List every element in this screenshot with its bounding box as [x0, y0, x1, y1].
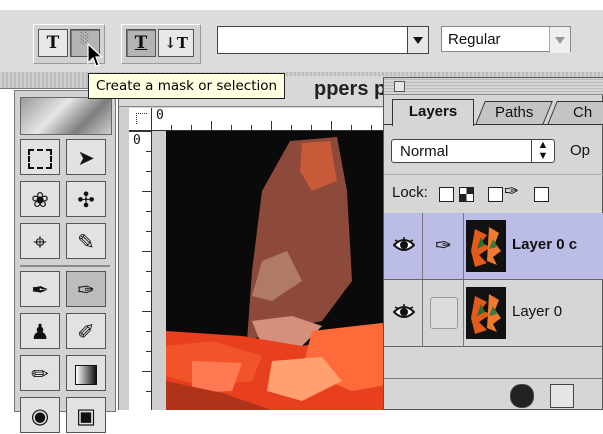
- document-title: ppers p: [314, 78, 387, 100]
- lock-all-icon[interactable]: [534, 187, 549, 202]
- lock-brush-icon: ✑: [504, 181, 520, 202]
- blend-mode-select[interactable]: Normal ▲ ▼: [391, 139, 555, 163]
- healing-brush-tool[interactable]: ✒: [20, 271, 60, 307]
- crop-icon: ⌖: [33, 228, 47, 256]
- layer-thumbnail: [466, 220, 506, 272]
- move-icon: ➤: [77, 146, 95, 170]
- lasso-tool[interactable]: ❀: [20, 181, 60, 217]
- toolbox-divider: [20, 265, 110, 267]
- layers-palette: Ch Paths Layers Normal ▲▼ Op Lock: ✑ ✑: [383, 77, 603, 410]
- layer-thumbnail: [466, 287, 506, 339]
- document-window: ppers p 0 0: [118, 76, 409, 410]
- layer-name: Layer 0 c: [512, 236, 578, 253]
- document-canvas[interactable]: [152, 131, 409, 410]
- tab-channels-label: Ch: [573, 104, 593, 121]
- gradient-tool[interactable]: [66, 355, 106, 391]
- layer-style-icon[interactable]: [510, 384, 534, 408]
- history-brush-icon: ✐: [77, 320, 95, 344]
- lock-label: Lock:: [392, 184, 428, 201]
- toolbox: ➤ ❀ ✣ ⌖ ✎ ✒ ✑ ♟ ✐ ✏ ◉ ▣: [14, 90, 116, 433]
- gradient-icon: [75, 365, 97, 385]
- lock-transparency-icon[interactable]: [439, 187, 454, 202]
- tab-paths[interactable]: Paths: [475, 101, 553, 125]
- blend-mode-value: Normal: [400, 143, 449, 160]
- font-style-select[interactable]: Regular: [441, 26, 571, 53]
- sponge-icon: ▣: [76, 404, 96, 428]
- horizontal-ruler: 0: [151, 108, 409, 131]
- slice-tool[interactable]: ✎: [66, 223, 106, 259]
- chevron-down-icon[interactable]: [549, 27, 570, 53]
- lock-position-icon[interactable]: [488, 187, 503, 202]
- palette-tabs: Ch Paths Layers: [384, 95, 603, 126]
- tooltip: Create a mask or selection: [88, 73, 286, 99]
- stamp-icon: ♟: [30, 320, 50, 344]
- lasso-icon: ❀: [31, 188, 49, 212]
- slice-icon: ✎: [77, 230, 95, 254]
- layer-link-empty: [430, 297, 458, 329]
- marquee-icon: [28, 149, 52, 169]
- visibility-toggle[interactable]: [384, 280, 423, 346]
- vertical-type-icon: ↓T: [164, 34, 188, 52]
- lock-image-icon[interactable]: [459, 187, 474, 202]
- horizontal-type-button[interactable]: T: [126, 29, 156, 57]
- ruler-v-zero: 0: [133, 133, 141, 148]
- brush-icon: ✑: [77, 278, 95, 302]
- lock-row: Lock: ✑: [384, 174, 603, 214]
- eye-icon: [393, 237, 415, 251]
- ruler-h-zero: 0: [156, 108, 164, 123]
- healing-brush-icon: ✒: [31, 278, 49, 302]
- canvas-image: [152, 131, 409, 410]
- type-tool-button[interactable]: T: [38, 29, 68, 57]
- eye-icon: [393, 304, 415, 318]
- layer-row[interactable]: ✑ Layer 0 c: [384, 213, 603, 280]
- chevron-down-icon[interactable]: [407, 27, 428, 53]
- type-icon: T: [46, 33, 60, 53]
- stamp-tool[interactable]: ♟: [20, 313, 60, 349]
- eraser-tool[interactable]: ✏: [20, 355, 60, 391]
- vertical-type-button[interactable]: ↓T: [158, 29, 194, 57]
- opacity-label: Op: [570, 142, 591, 159]
- palette-bottom-bar: [384, 378, 603, 412]
- brush-link-icon: ✑: [435, 233, 452, 257]
- add-mask-icon[interactable]: [550, 384, 574, 408]
- history-brush-tool[interactable]: ✐: [66, 313, 106, 349]
- palette-title-bar[interactable]: [384, 78, 603, 95]
- layer-name: Layer 0: [512, 303, 563, 320]
- cursor-arrow-icon: [87, 43, 103, 67]
- font-family-select[interactable]: [217, 26, 429, 54]
- toolbox-header-logo: [20, 97, 112, 135]
- move-tool[interactable]: ➤: [66, 139, 106, 175]
- brush-tool[interactable]: ✑: [66, 271, 106, 307]
- font-style-value: Regular: [448, 31, 501, 48]
- tab-layers[interactable]: Layers: [392, 99, 474, 126]
- blur-icon: ◉: [30, 404, 50, 428]
- crop-tool[interactable]: ⌖: [20, 223, 60, 259]
- horizontal-type-icon: T: [134, 33, 148, 53]
- close-icon[interactable]: [394, 81, 405, 92]
- blur-tool[interactable]: ◉: [20, 397, 60, 433]
- layer-row[interactable]: Layer 0: [384, 280, 603, 347]
- vertical-ruler: 0: [129, 131, 152, 410]
- marquee-tool[interactable]: [20, 139, 60, 175]
- visibility-toggle[interactable]: [384, 213, 423, 279]
- ruler-origin[interactable]: [129, 108, 152, 131]
- orientation-group: T ↓T: [121, 24, 201, 64]
- stepper-icon[interactable]: ▲ ▼: [531, 140, 554, 162]
- tab-paths-label: Paths: [494, 104, 534, 121]
- sponge-tool[interactable]: ▣: [66, 397, 106, 433]
- layer-link-cell[interactable]: [423, 280, 464, 346]
- tab-channels[interactable]: Ch: [547, 101, 603, 125]
- magic-wand-icon: ✣: [77, 188, 95, 212]
- tab-layers-label: Layers: [408, 103, 458, 120]
- layer-link-cell[interactable]: ✑: [423, 213, 464, 279]
- magic-wand-tool[interactable]: ✣: [66, 181, 106, 217]
- eraser-icon: ✏: [31, 362, 49, 386]
